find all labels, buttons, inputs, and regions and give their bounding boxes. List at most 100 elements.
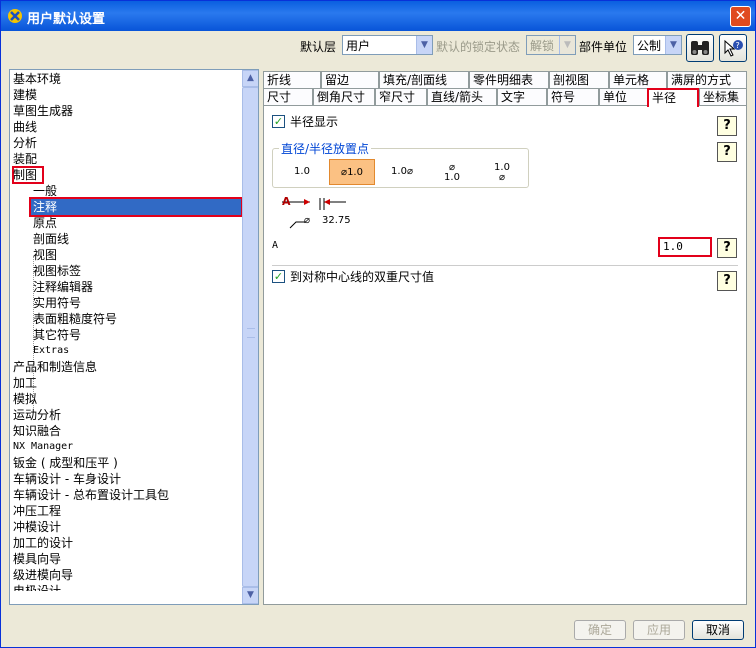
unit-value: 公制: [637, 39, 662, 53]
help-icon[interactable]: ?: [717, 238, 737, 258]
tree-item[interactable]: 知识融合: [13, 423, 61, 439]
tree-item[interactable]: 冲压工程: [13, 503, 61, 519]
tab-fill-hatch[interactable]: 填充/剖面线: [379, 71, 469, 88]
tab-symbol[interactable]: 符号: [547, 88, 599, 105]
tab-section-view[interactable]: 剖视图: [549, 71, 609, 88]
unit-select[interactable]: 公制 ▼: [633, 35, 682, 55]
tab-cell[interactable]: 单元格: [609, 71, 667, 88]
tree-item[interactable]: 视图: [33, 247, 57, 263]
chevron-down-icon[interactable]: ▼: [416, 36, 432, 54]
tree-item[interactable]: 运动分析: [13, 407, 61, 423]
tree-item[interactable]: 实用符号: [33, 295, 81, 311]
ok-button[interactable]: 确定: [574, 620, 626, 640]
placement-group-label: 直径/半径放置点: [279, 140, 372, 157]
placement-option-3[interactable]: 1.0⌀: [379, 159, 425, 185]
tree-item[interactable]: 加工的设计: [13, 535, 73, 551]
tree-item[interactable]: 视图标签: [33, 263, 81, 279]
lock-select[interactable]: 解锁 ▼: [526, 35, 576, 55]
placement-option-5[interactable]: 1.0 ⌀: [479, 159, 525, 185]
annotation-highlight: [29, 197, 243, 217]
tree-item[interactable]: 分析: [13, 135, 37, 151]
tree-item[interactable]: 曲线: [13, 119, 37, 135]
tab-radius[interactable]: 半径: [647, 88, 699, 107]
find-button[interactable]: [686, 34, 714, 62]
tree-item[interactable]: 电极设计: [13, 583, 61, 591]
help-pointer-button[interactable]: ?: [719, 34, 747, 62]
close-icon[interactable]: ✕: [730, 6, 751, 27]
placement-option-4-text: 1.0: [444, 172, 460, 183]
tree-item[interactable]: 产品和制造信息: [13, 359, 97, 375]
tree-item[interactable]: 其它符号: [33, 327, 81, 343]
help-icon[interactable]: ?: [717, 271, 737, 291]
checkmark-icon: ✓: [273, 115, 284, 128]
tree-item[interactable]: NX Manager: [13, 439, 73, 455]
tree-item[interactable]: 级进模向导: [13, 567, 73, 583]
placement-group: 直径/半径放置点 1.0 ⌀1.0 1.0⌀ ⌀ 1.0 1.0 ⌀: [272, 140, 529, 188]
tab-parts-list[interactable]: 零件明细表: [469, 71, 549, 88]
category-tree[interactable]: 基本环境 建模 草图生成器 曲线 分析 装配 制图 一般 注释 原点 剖面线 视…: [9, 69, 259, 605]
placement-option-1[interactable]: 1.0: [279, 159, 325, 185]
radius-display-checkbox[interactable]: ✓: [272, 115, 285, 128]
tree-item[interactable]: 剖面线: [33, 231, 69, 247]
tab-line-arrow[interactable]: 直线/箭头: [427, 88, 497, 105]
user-defaults-dialog: 用户默认设置 ✕ 默认层 用户 ▼ 默认的锁定状态 解锁 ▼ 部件单位 公制 ▼ ? …: [0, 0, 756, 648]
diameter-icon: ⌀: [304, 215, 310, 226]
app-icon: [8, 9, 22, 23]
tab-coordinate-set[interactable]: 坐标集: [699, 88, 747, 105]
tab-fold-line[interactable]: 折线: [263, 71, 321, 88]
tab-margin[interactable]: 留边: [321, 71, 379, 88]
tree-item[interactable]: 表面粗糙度符号: [33, 311, 117, 327]
tree-item[interactable]: 建模: [13, 87, 37, 103]
tree-scrollbar[interactable]: ▲ ▼: [242, 70, 258, 604]
tab-dimension[interactable]: 尺寸: [263, 88, 313, 105]
level-label: 默认层: [300, 40, 337, 54]
tree-item[interactable]: 模拟: [13, 391, 37, 407]
symmetric-dual-checkbox[interactable]: ✓: [272, 270, 285, 283]
tab-text[interactable]: 文字: [497, 88, 547, 105]
tree-item[interactable]: 车辆设计 - 总布置设计工具包: [13, 487, 169, 503]
placement-option-3-text: 1.0: [391, 166, 407, 177]
chevron-down-icon[interactable]: ▼: [665, 36, 681, 54]
tree-item[interactable]: 加工: [13, 375, 37, 391]
field-label-a: A: [272, 240, 279, 251]
tree-item[interactable]: 模具向导: [13, 551, 61, 567]
grip-icon: [247, 328, 255, 338]
scroll-down-icon[interactable]: ▼: [242, 587, 258, 604]
scroll-up-icon[interactable]: ▲: [242, 70, 258, 87]
tree-item[interactable]: 冲模设计: [13, 519, 61, 535]
cancel-button[interactable]: 取消: [692, 620, 744, 640]
radius-value-text: 1.0: [663, 240, 683, 253]
tree-item-drafting[interactable]: 制图: [13, 167, 37, 183]
help-icon[interactable]: ?: [717, 142, 737, 162]
help-icon[interactable]: ?: [717, 116, 737, 136]
placement-option-2-text: 1.0: [347, 167, 363, 178]
radius-value-input[interactable]: 1.0: [658, 237, 712, 257]
diagram-letter: A: [282, 195, 291, 208]
tree-item[interactable]: 注释编辑器: [33, 279, 93, 295]
tree-item[interactable]: 钣金 ( 成型和压平 ): [13, 455, 118, 471]
tab-chamfer-dimension[interactable]: 倒角尺寸: [313, 88, 375, 105]
tab-fullscreen-mode[interactable]: 满屏的方式: [667, 71, 747, 88]
scroll-thumb[interactable]: [242, 87, 258, 587]
apply-button[interactable]: 应用: [633, 620, 685, 640]
level-select[interactable]: 用户 ▼: [342, 35, 433, 55]
tree-item[interactable]: Extras: [33, 343, 69, 359]
svg-text:?: ?: [736, 41, 740, 50]
tree-item[interactable]: 草图生成器: [13, 103, 73, 119]
radius-settings-panel: ✓ 半径显示 ? 直径/半径放置点 1.0 ⌀1.0 1.0⌀ ⌀ 1.0 1.0…: [263, 105, 747, 605]
tab-narrow-dimension[interactable]: 窄尺寸: [375, 88, 427, 105]
tab-unit[interactable]: 单位: [599, 88, 649, 105]
tree-item[interactable]: 原点: [33, 215, 57, 231]
tree-item[interactable]: 车辆设计 - 车身设计: [13, 471, 121, 487]
chevron-down-icon[interactable]: ▼: [559, 36, 575, 54]
placement-option-2-selected[interactable]: ⌀1.0: [329, 159, 375, 185]
tree-item[interactable]: 基本环境: [13, 71, 61, 87]
placement-option-1-text: 1.0: [294, 166, 310, 177]
title-bar[interactable]: 用户默认设置 ✕: [1, 1, 755, 31]
placement-option-4[interactable]: ⌀ 1.0: [429, 159, 475, 185]
checkmark-icon: ✓: [273, 270, 284, 283]
diameter-icon: ⌀: [406, 166, 413, 177]
binoculars-icon: [691, 41, 709, 55]
tree-item[interactable]: 装配: [13, 151, 37, 167]
diagram-value: 32.75: [322, 215, 351, 226]
